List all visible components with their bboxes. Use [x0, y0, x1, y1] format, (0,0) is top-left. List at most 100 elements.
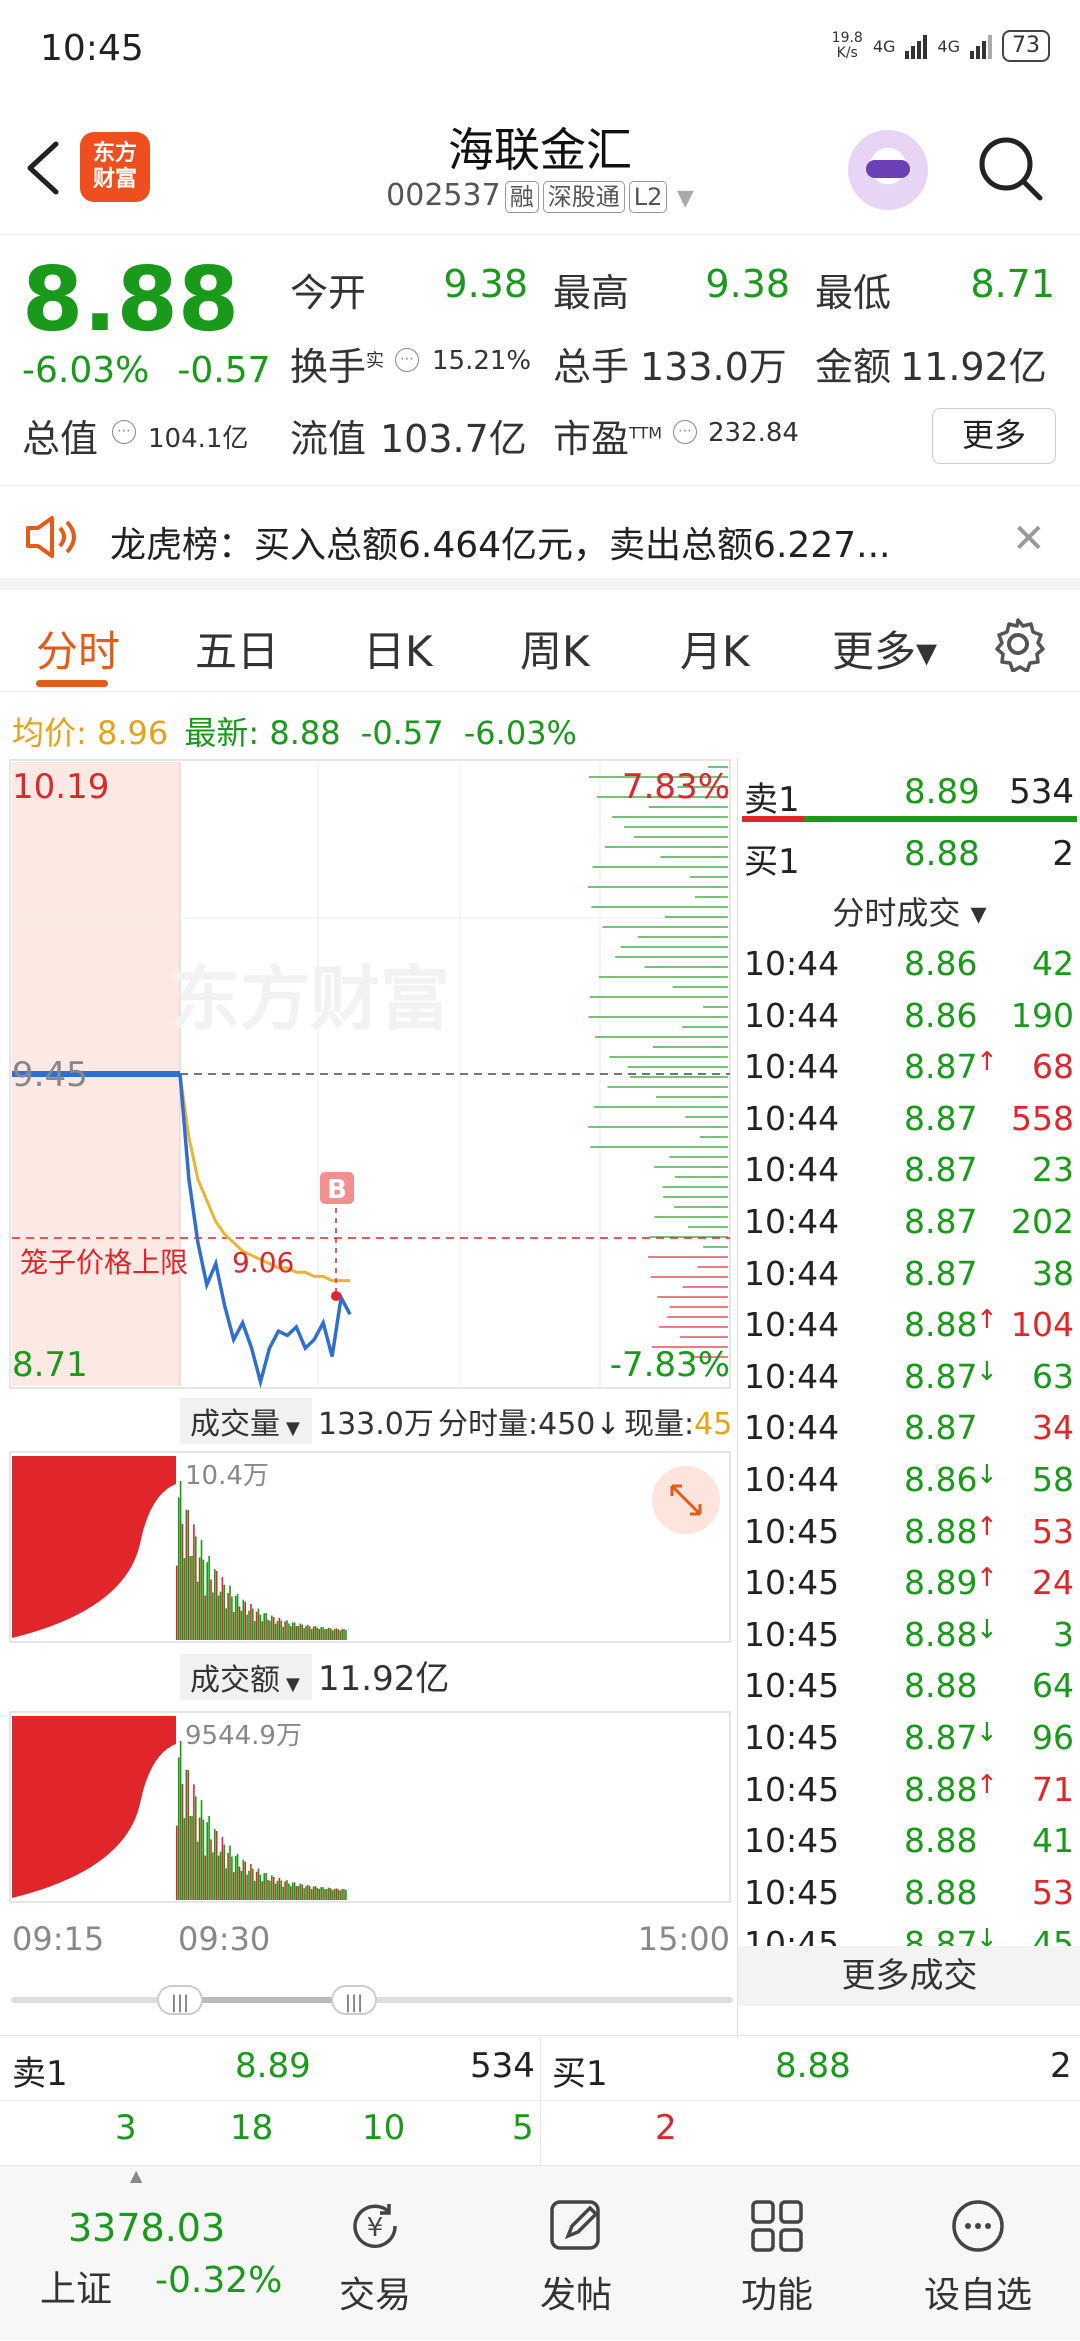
trades-header[interactable]: 分时成交 ▾: [738, 888, 1080, 934]
depth-bar: [602, 926, 728, 928]
bb-sell1-label: 卖1: [12, 2054, 68, 2094]
volume-bar: [219, 1591, 222, 1640]
volume-bar: [185, 1509, 188, 1640]
bb-sell1-vol: 534: [470, 2046, 535, 2086]
caret-up-icon: ▲: [130, 2166, 143, 2185]
nav-trade[interactable]: ¥ 交易: [275, 2166, 475, 2341]
trade-row: 10:44 8.87 38: [744, 1253, 1074, 1293]
volume-bar: [328, 1887, 330, 1900]
cage-value: 9.06: [232, 1246, 294, 1279]
bb-buy1-vol: 2: [1050, 2046, 1072, 2086]
volume-bar: [208, 1816, 210, 1900]
depth-bar: [657, 1296, 728, 1298]
nav-functions[interactable]: 功能: [677, 2166, 877, 2341]
volume-bar: [305, 1626, 307, 1640]
volume-bar: [314, 1886, 317, 1900]
network-speed: 19.8 K/s: [831, 30, 863, 61]
tab-month-k[interactable]: 月K: [680, 618, 750, 679]
pe-label[interactable]: 市盈TTM: [553, 408, 662, 463]
info-icon[interactable]: ⋯: [112, 420, 136, 444]
sell-strength-bar: [742, 816, 1077, 822]
pct-axis-bottom: -7.83%: [610, 1345, 730, 1385]
volume-now: 现量:45: [624, 1407, 732, 1442]
volume-bar: [253, 1620, 256, 1640]
depth-bar: [699, 1136, 728, 1138]
turnover-label[interactable]: 换手实: [290, 336, 384, 391]
trade-row: 10:44 8.87 ↑ 68: [744, 1047, 1074, 1087]
volume-bar: [204, 1855, 207, 1900]
depth-bar: [679, 1336, 728, 1338]
dropdown-icon: ▼: [676, 186, 694, 211]
volume-bar: [261, 1621, 264, 1640]
volume-bar: [252, 1868, 254, 1900]
tab-five-day[interactable]: 五日: [195, 618, 279, 679]
sell1-row[interactable]: 卖1 8.89 534: [744, 772, 1074, 821]
volume-bar: [195, 1796, 197, 1900]
intraday-chart[interactable]: 东方财富 B 10.19 9.45 8.71 7.83% -7.83% 笼子价格…: [0, 758, 740, 2038]
gear-icon[interactable]: [990, 616, 1046, 672]
volume-bar: [335, 1888, 338, 1900]
index-widget[interactable]: ▲ 3378.03 上证 -0.32%: [0, 2166, 300, 2341]
volume-bar: [200, 1800, 203, 1900]
volume-bar: [312, 1886, 315, 1900]
volume-bar: [282, 1886, 284, 1900]
depth-bar: [697, 1266, 728, 1268]
volume-bar: [227, 1853, 229, 1900]
high-label: 最高: [553, 271, 630, 315]
notice-bar[interactable]: 龙虎榜：买入总额6.464亿元，卖出总额6.227... ✕: [0, 490, 1080, 590]
volume-bar: [272, 1876, 275, 1900]
volume-bar: [259, 1614, 262, 1640]
trade-row: 10:44 8.86 190: [744, 995, 1074, 1035]
svg-text:|||: |||: [345, 1992, 363, 2013]
volume-bar: [257, 1868, 260, 1900]
turnover-value: 15.21%: [432, 346, 532, 376]
volume-bar: [187, 1769, 189, 1900]
volume-bar: [286, 1620, 288, 1640]
volume-bar: [191, 1815, 193, 1900]
more-trades-button[interactable]: 更多成交: [738, 1946, 1080, 2006]
tab-intraday[interactable]: 分时: [36, 618, 120, 679]
volume-bar: [269, 1880, 271, 1900]
trade-row: 10:44 8.87 23: [744, 1150, 1074, 1190]
volume-bar: [259, 1874, 262, 1900]
info-icon[interactable]: ⋯: [673, 420, 697, 444]
buy-marker[interactable]: B: [327, 1175, 347, 1205]
volume-bar: [297, 1626, 300, 1640]
volume-bar: [252, 1608, 254, 1640]
volume-bar: [223, 1844, 226, 1900]
close-icon[interactable]: ✕: [1012, 516, 1046, 562]
volume-bar: [176, 1565, 178, 1640]
volume-bar: [343, 1629, 345, 1640]
volume-bar: [293, 1622, 296, 1640]
trade-row: 10:44 8.87 34: [744, 1408, 1074, 1448]
volume-bar: [187, 1509, 189, 1640]
volume-bar: [193, 1524, 195, 1640]
volume-bar: [223, 1584, 226, 1640]
search-icon[interactable]: [976, 134, 1046, 204]
volume-bar: [244, 1861, 246, 1900]
bottom-orderbook: 卖1 8.89 534 买1 8.88 2 3 18 10 5 2: [0, 2035, 1080, 2166]
info-icon[interactable]: ⋯: [395, 348, 419, 372]
assistant-robot-icon[interactable]: [848, 130, 928, 210]
volume-bar: [196, 1841, 199, 1900]
more-quote-button[interactable]: 更多: [932, 408, 1056, 464]
volume-bar: [242, 1859, 245, 1900]
depth-bar: [627, 1066, 728, 1068]
volume-bar: [189, 1556, 191, 1640]
volume-bar: [307, 1624, 309, 1640]
tab-week-k[interactable]: 周K: [520, 618, 590, 679]
volume-bar: [231, 1856, 233, 1900]
volume-bar: [179, 1481, 182, 1640]
amount-total: 11.92亿: [318, 1659, 449, 1699]
buy1-row[interactable]: 买1 8.88 2: [744, 834, 1074, 883]
volume-bar: [329, 1888, 332, 1900]
volume-bar: [225, 1868, 227, 1900]
tab-more[interactable]: 更多▾: [832, 618, 937, 679]
nav-watchlist[interactable]: 设自选: [878, 2166, 1078, 2341]
tab-day-k[interactable]: 日K: [363, 618, 433, 679]
trade-row: 10:44 8.86 ↓ 58: [744, 1460, 1074, 1499]
depth-bar: [694, 896, 728, 898]
nav-post[interactable]: 发帖: [476, 2166, 676, 2341]
status-time: 10:45: [40, 28, 144, 69]
trade-row: 10:44 8.87 202: [744, 1202, 1074, 1241]
